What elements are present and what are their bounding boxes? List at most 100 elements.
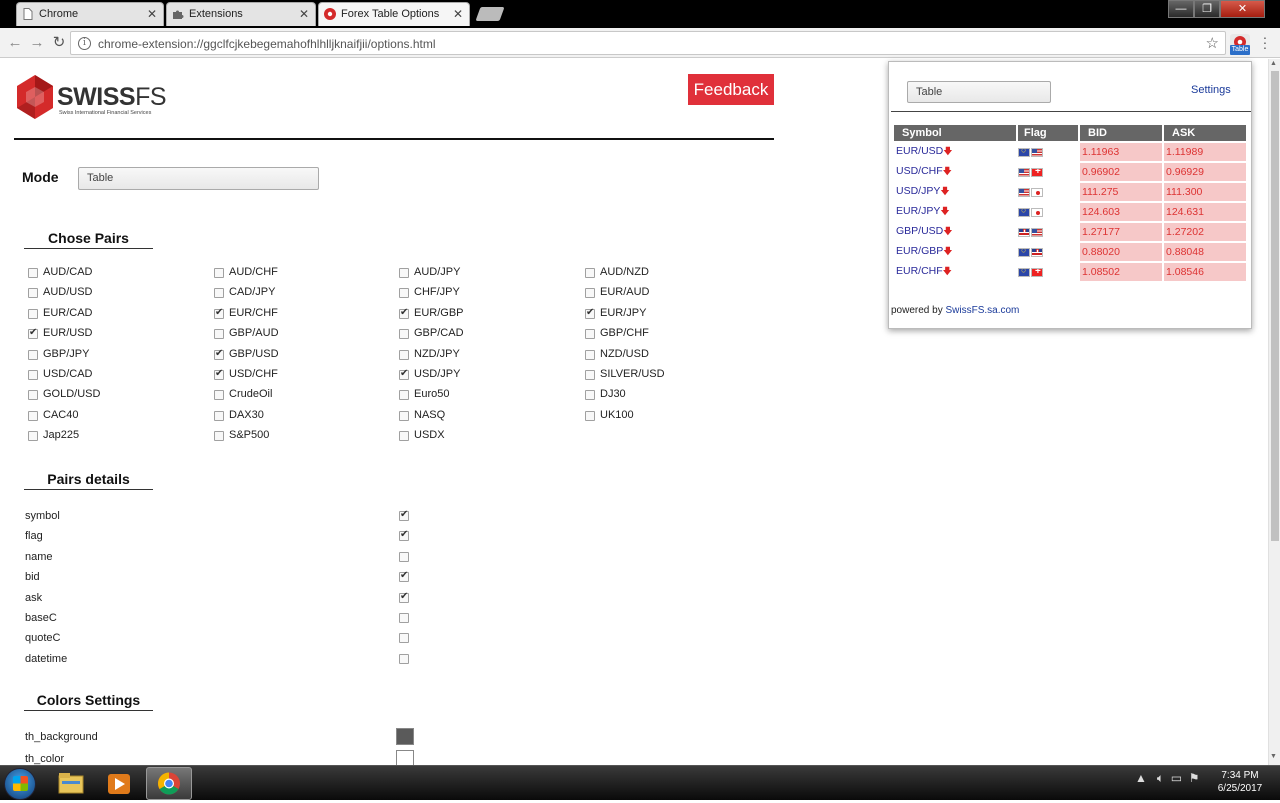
pair-label: EUR/JPY: [600, 306, 647, 319]
pair-checkbox[interactable]: [399, 410, 409, 421]
pair-checkbox[interactable]: [28, 431, 38, 442]
pair-checkbox[interactable]: [585, 349, 595, 360]
pair-checkbox[interactable]: [399, 288, 409, 299]
pair-checkbox[interactable]: [28, 370, 38, 380]
pair-checkbox[interactable]: [399, 329, 409, 340]
pair-label: GOLD/USD: [43, 388, 101, 401]
detail-checkbox[interactable]: [399, 570, 409, 583]
pair-checkbox[interactable]: [585, 268, 595, 278]
pair-checkbox[interactable]: [214, 329, 224, 340]
network-icon[interactable]: ▭: [1171, 771, 1182, 785]
pair-checkbox[interactable]: [399, 349, 409, 360]
close-icon[interactable]: ✕: [453, 3, 463, 25]
rate-flags: [1018, 203, 1078, 221]
restore-icon[interactable]: ❐: [1194, 0, 1220, 18]
pair-label: NZD/JPY: [414, 347, 460, 360]
rate-symbol[interactable]: EUR/JPY🡇: [894, 203, 1016, 221]
flag-us-icon: [1018, 187, 1030, 197]
pair-checkbox[interactable]: [214, 268, 224, 278]
minimize-icon[interactable]: —: [1168, 0, 1194, 18]
detail-checkbox[interactable]: [399, 509, 409, 521]
page-scrollbar[interactable]: ▲ ▼: [1268, 59, 1280, 765]
pair-checkbox[interactable]: [399, 268, 409, 278]
tab-forex-table-options[interactable]: Forex Table Options ✕: [318, 2, 470, 26]
windows-taskbar: ▲ 🔈︎ ▭ ⚑ 7:34 PM 6/25/2017: [0, 765, 1280, 800]
popup-mode-select[interactable]: Table: [907, 81, 1051, 103]
detail-checkbox[interactable]: [399, 529, 409, 542]
color-swatch-input[interactable]: [396, 750, 414, 765]
chrome-menu-icon[interactable]: · · ·: [1262, 30, 1268, 54]
settings-link[interactable]: Settings: [1191, 84, 1231, 96]
pair-checkbox[interactable]: [585, 329, 595, 340]
clock[interactable]: 7:34 PM 6/25/2017: [1212, 769, 1268, 795]
feedback-button[interactable]: Feedback: [688, 74, 774, 105]
scroll-thumb[interactable]: [1271, 71, 1279, 541]
media-player-taskbar-icon[interactable]: [98, 767, 140, 800]
detail-checkbox[interactable]: [399, 591, 409, 603]
pair-checkbox[interactable]: [399, 390, 409, 401]
pair-checkbox[interactable]: [28, 327, 38, 340]
address-bar[interactable]: i chrome-extension://ggclfcjkebegemahofh…: [70, 31, 1226, 55]
pair-checkbox[interactable]: [399, 431, 409, 442]
pair-checkbox[interactable]: [214, 348, 224, 360]
symbol-text: USD/CHF: [896, 165, 943, 177]
scroll-down-icon[interactable]: ▼: [1270, 753, 1277, 760]
pair-checkbox[interactable]: [214, 390, 224, 401]
scroll-up-icon[interactable]: ▲: [1270, 60, 1277, 67]
tab-extensions[interactable]: Extensions ✕: [166, 2, 316, 26]
bookmark-star-icon[interactable]: ☆: [1206, 34, 1219, 52]
pair-checkbox[interactable]: [28, 288, 38, 299]
detail-checkbox[interactable]: [399, 633, 409, 644]
close-icon[interactable]: ✕: [147, 3, 157, 25]
rate-symbol[interactable]: EUR/USD🡇: [894, 143, 1016, 161]
rate-symbol[interactable]: EUR/CHF🡇: [894, 263, 1016, 281]
mode-select[interactable]: Table: [78, 167, 319, 190]
url-text[interactable]: chrome-extension://ggclfcjkebegemahofhlh…: [98, 37, 436, 51]
pair-checkbox[interactable]: [28, 410, 38, 421]
pair-checkbox[interactable]: [28, 349, 38, 360]
forward-icon[interactable]: →: [28, 34, 46, 52]
pair-checkbox[interactable]: [28, 390, 38, 401]
back-icon[interactable]: ←: [6, 34, 24, 52]
symbol-text: EUR/GBP: [896, 245, 944, 257]
pair-checkbox[interactable]: [585, 390, 595, 401]
pair-checkbox[interactable]: [585, 288, 595, 299]
pair-checkbox[interactable]: [585, 410, 595, 421]
volume-icon[interactable]: 🔈︎: [1157, 771, 1164, 785]
new-tab-button[interactable]: [475, 7, 505, 21]
pair-checkbox[interactable]: [214, 307, 224, 319]
close-icon[interactable]: ✕: [299, 3, 309, 25]
pair-checkbox[interactable]: [585, 307, 595, 319]
rate-symbol[interactable]: GBP/USD🡇: [894, 223, 1016, 241]
pair-checkbox[interactable]: [214, 410, 224, 421]
pair-checkbox[interactable]: [214, 288, 224, 299]
rate-row: EUR/JPY🡇 124.603124.631: [894, 203, 1246, 221]
chrome-taskbar-icon[interactable]: [146, 767, 192, 800]
rate-symbol[interactable]: USD/JPY🡇: [894, 183, 1016, 201]
pair-checkbox[interactable]: [28, 268, 38, 278]
pair-checkbox[interactable]: [399, 368, 409, 380]
pair-checkbox[interactable]: [585, 370, 595, 380]
pair-checkbox[interactable]: [399, 307, 409, 319]
rate-symbol[interactable]: EUR/GBP🡇: [894, 243, 1016, 261]
detail-checkbox[interactable]: [399, 613, 409, 623]
rate-symbol[interactable]: USD/CHF🡇: [894, 163, 1016, 181]
pair-checkbox[interactable]: [214, 431, 224, 442]
color-setting-label: th_color: [25, 753, 65, 765]
action-center-icon[interactable]: ⚑: [1189, 771, 1200, 785]
swissfs-link[interactable]: SwissFS.sa.com: [945, 305, 1019, 316]
color-swatch-input[interactable]: [396, 728, 414, 745]
explorer-taskbar-icon[interactable]: [50, 767, 92, 800]
rate-flags: [1018, 143, 1078, 161]
window-close-icon[interactable]: ✕: [1220, 0, 1265, 18]
pair-checkbox[interactable]: [28, 308, 38, 319]
tab-chrome[interactable]: Chrome ✕: [16, 2, 164, 26]
detail-checkbox[interactable]: [399, 551, 409, 562]
pair-label: EUR/USD: [43, 327, 93, 340]
start-button[interactable]: [4, 768, 36, 800]
reload-icon[interactable]: ↻: [50, 34, 68, 52]
detail-checkbox[interactable]: [399, 653, 409, 664]
pair-checkbox[interactable]: [214, 368, 224, 380]
info-icon[interactable]: i: [78, 37, 91, 50]
show-hidden-icons[interactable]: ▲: [1135, 771, 1147, 785]
